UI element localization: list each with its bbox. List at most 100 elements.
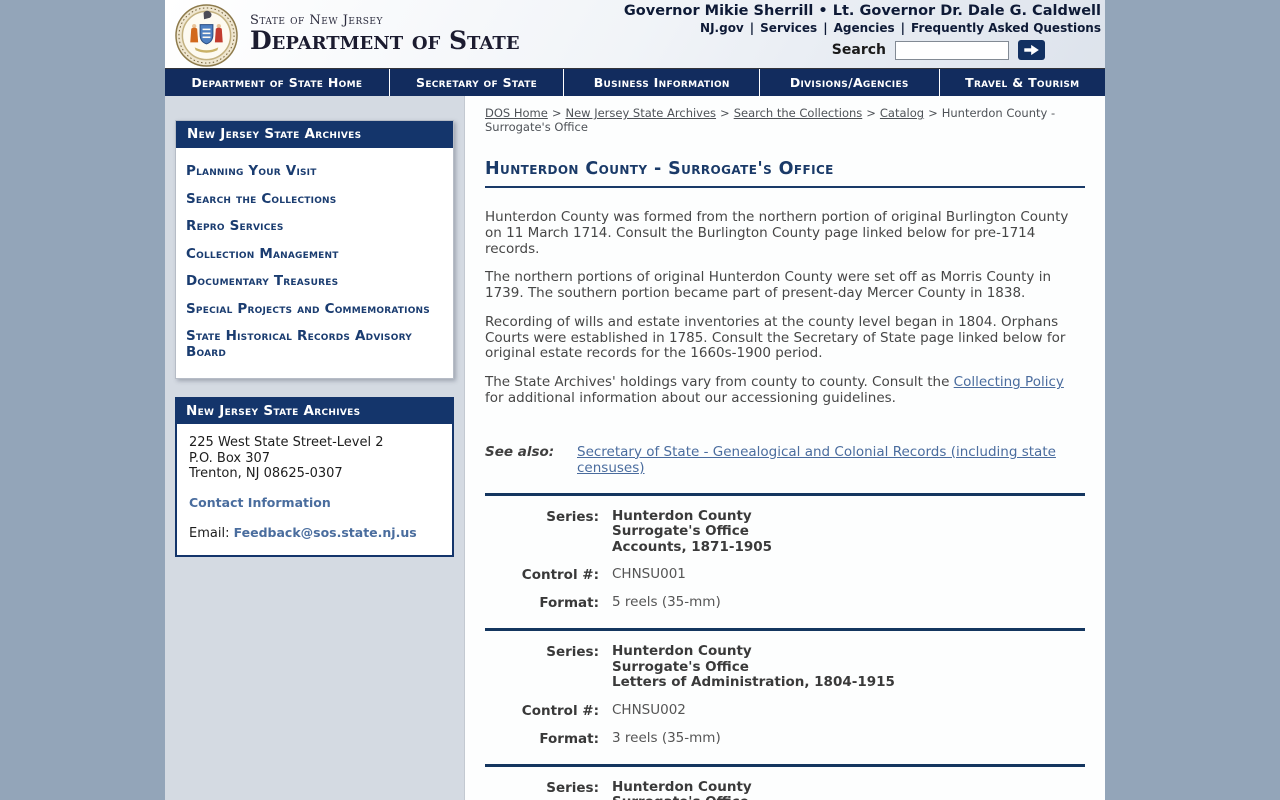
sidebar-item-planning-your-visit[interactable]: Planning Your Visit [186,158,443,186]
series-label: Series: [546,779,599,796]
control-label: Control #: [521,567,599,584]
sidebar-item-shrab[interactable]: State Historical Records Advisory Board [186,323,443,366]
series-value: Hunterdon County Surrogate's Office Lett… [612,644,895,691]
link-faq[interactable]: Frequently Asked Questions [911,21,1101,35]
breadcrumb-separator: > [928,106,938,120]
breadcrumb-nj-state-archives[interactable]: New Jersey State Archives [565,106,716,120]
series-row: Series: Hunterdon County Surrogate's Off… [485,644,1085,691]
breadcrumb-search-collections[interactable]: Search the Collections [734,106,863,120]
email-row: Email: Feedback@sos.state.nj.us [189,525,440,542]
governor-line: Governor Mikie Sherrill • Lt. Governor D… [623,3,1101,19]
paragraph: The northern portions of original Hunter… [485,269,1052,302]
nav-business-information[interactable]: Business Information [564,69,760,96]
sidebar-contact-box-title: New Jersey State Archives [177,399,452,425]
quick-links-separator: | [749,21,755,35]
see-also-label: See also: [485,443,555,460]
paragraph-text: for additional information about our acc… [485,390,896,407]
format-row: Format: 3 reels (35-mm) [485,729,1085,747]
format-label: Format: [539,730,599,747]
paragraph: Recording of wills and estate inventorie… [485,313,1066,362]
contact-body: 225 West State Street-Level 2 P.O. Box 3… [177,424,452,555]
search-input[interactable] [895,40,1009,60]
series-line: Surrogate's Office [612,523,749,540]
address-line: P.O. Box 307 [189,450,271,466]
brand-text: State of New Jersey Department of State [250,13,520,54]
breadcrumb-catalog[interactable]: Catalog [880,106,924,120]
search-label: Search [831,42,886,58]
sidebar-contact-box: New Jersey State Archives 225 West State… [175,397,454,558]
series-line: Accounts, 1871-1905 [612,538,773,555]
site-header: State of New Jersey Department of State … [165,0,1105,68]
record-chnsu002: Series: Hunterdon County Surrogate's Off… [485,631,1085,764]
sidebar-item-documentary-treasures[interactable]: Documentary Treasures [186,268,443,296]
link-agencies[interactable]: Agencies [834,21,895,35]
breadcrumb: DOS Home > New Jersey State Archives > Searc… [485,106,1085,134]
nav-secretary-of-state[interactable]: Secretary of State [390,69,565,96]
contact-information-link[interactable]: Contact Information [189,495,331,510]
see-also-link[interactable]: Secretary of State - Genealogical and Co… [577,444,1085,476]
sidebar-nav-box: New Jersey State Archives Planning Your … [175,120,454,380]
breadcrumb-separator: > [551,106,562,120]
paragraph-text: The State Archives' holdings vary from c… [485,374,954,391]
quick-links: NJ.gov | Services | Agencies | Frequently Aske… [624,21,1101,35]
sidebar-item-special-projects[interactable]: Special Projects and Commemorations [186,296,443,324]
nav-travel-tourism[interactable]: Travel & Tourism [940,69,1105,96]
collecting-policy-link[interactable]: Collecting Policy [954,374,1064,390]
content-columns: New Jersey State Archives Planning Your … [165,96,1105,800]
series-value: Hunterdon County Surrogate's Office Divi… [612,778,833,800]
sidebar-nav-box-title: New Jersey State Archives [176,121,453,148]
paragraph: Hunterdon County was formed from the nor… [485,209,1069,257]
series-line: Hunterdon County [612,643,752,660]
record-chnsu001: Series: Hunterdon County Surrogate's Off… [485,496,1085,629]
email-link[interactable]: Feedback@sos.state.nj.us [234,525,417,540]
body-copy: Hunterdon County was formed from the nor… [485,209,1085,407]
series-row: Series: Hunterdon County Surrogate's Off… [485,778,1085,800]
series-row: Series: Hunterdon County Surrogate's Off… [485,507,1085,556]
series-line: Hunterdon County [612,778,752,795]
series-line: Hunterdon County [612,507,752,524]
series-label: Series: [546,508,599,525]
series-line: Surrogate's Office [612,795,833,800]
format-row: Format: 5 reels (35-mm) [485,594,1085,612]
series-line: Surrogate's Office [612,658,749,675]
control-value: CHNSU002 [612,701,686,718]
link-services[interactable]: Services [760,21,817,35]
nav-divisions-agencies[interactable]: Divisions/Agencies [760,69,940,96]
email-label: Email: [189,525,230,541]
control-label: Control #: [521,702,599,719]
nav-dos-home[interactable]: Department of State Home [165,69,390,96]
control-value: CHNSU001 [612,566,686,583]
state-seal-logo [175,3,238,67]
main-content: DOS Home > New Jersey State Archives > Searc… [465,96,1105,800]
brand: State of New Jersey Department of State [165,0,520,68]
brand-department-line: Department of State [250,26,520,56]
format-label: Format: [539,595,599,612]
sidebar-item-repro-services[interactable]: Repro Services [186,213,443,241]
format-value: 5 reels (35-mm) [612,594,721,611]
breadcrumb-separator: > [720,106,730,120]
series-value: Hunterdon County Surrogate's Office Acco… [612,507,773,556]
address-line: 225 West State Street-Level 2 [189,435,384,451]
quick-links-separator: | [823,21,828,35]
page-title: Hunterdon County - Surrogate's Office [485,159,1085,188]
record-chnsu003: Series: Hunterdon County Surrogate's Off… [485,767,1085,800]
records-list: Series: Hunterdon County Surrogate's Off… [485,492,1085,800]
search-submit-button[interactable] [1018,40,1045,60]
sidebar-nav-links: Planning Your Visit Search the Collectio… [176,148,453,378]
link-njgov[interactable]: NJ.gov [700,21,744,35]
see-also-row: See also: Secretary of State - Genealogi… [485,444,1085,476]
control-row: Control #: CHNSU002 [485,701,1085,719]
sidebar: New Jersey State Archives Planning Your … [165,96,465,800]
series-label: Series: [546,644,599,661]
search-row: Search [624,40,1101,60]
breadcrumb-dos-home[interactable]: DOS Home [485,106,548,120]
series-line: Letters of Administration, 1804-1915 [612,674,895,691]
page-container: State of New Jersey Department of State … [165,0,1105,800]
breadcrumb-separator: > [866,106,876,120]
format-value: 3 reels (35-mm) [612,729,721,746]
address-line: Trenton, NJ 08625-0307 [189,466,343,482]
header-right: Governor Mikie Sherrill • Lt. Governor D… [624,0,1105,68]
sidebar-item-search-the-collections[interactable]: Search the Collections [186,186,443,214]
sidebar-item-collection-management[interactable]: Collection Management [186,241,443,269]
quick-links-separator: | [900,21,906,35]
